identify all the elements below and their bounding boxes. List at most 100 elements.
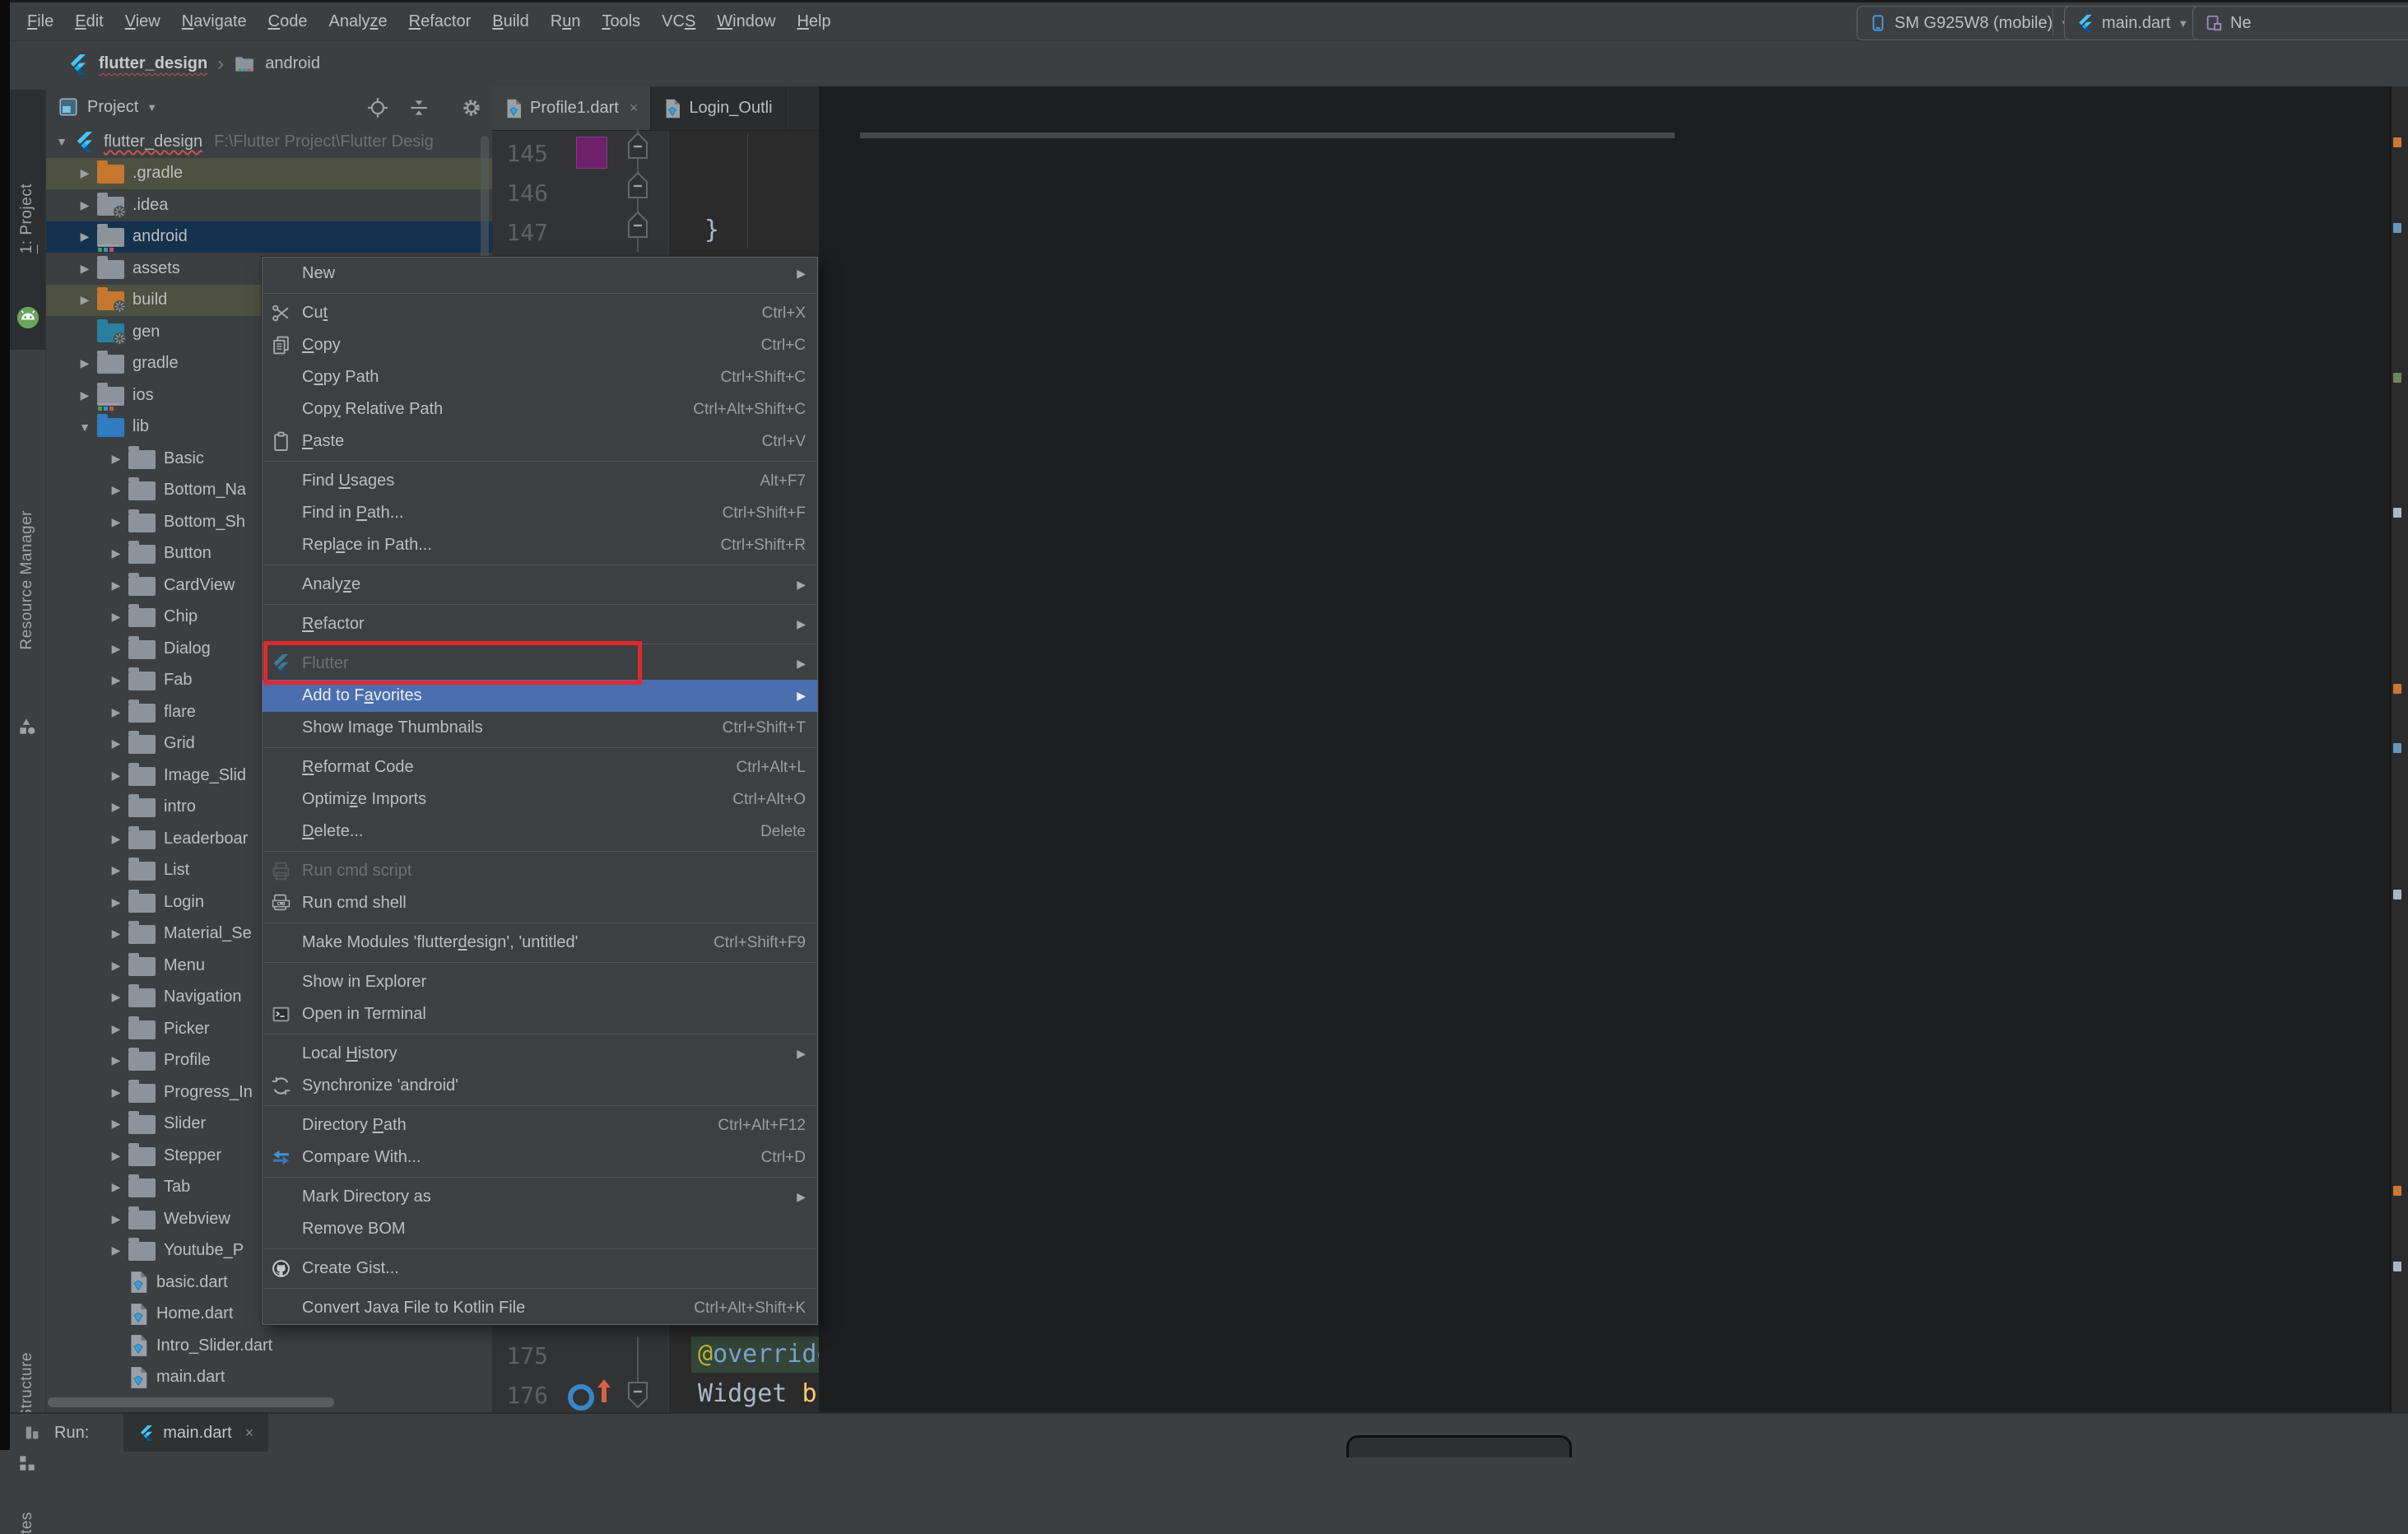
menu-item-new[interactable]: New▶ (263, 258, 817, 290)
chevron-right-icon[interactable]: ▶ (104, 1243, 128, 1257)
chevron-right-icon[interactable]: ▶ (104, 452, 128, 466)
breadcrumb-target[interactable]: android (265, 54, 320, 73)
menu-window[interactable]: Window (706, 12, 786, 31)
chevron-right-icon[interactable]: ▶ (104, 610, 128, 624)
chevron-right-icon[interactable]: ▶ (104, 959, 128, 973)
menu-analyze[interactable]: Analyze (318, 12, 397, 31)
tree-row-android[interactable]: ▶android (46, 221, 492, 253)
tree-horizontal-scrollbar[interactable] (48, 1397, 334, 1407)
chevron-right-icon[interactable]: ▶ (104, 1022, 128, 1036)
android-icon[interactable] (16, 305, 40, 330)
chevron-right-icon[interactable]: ▶ (104, 483, 128, 497)
menu-file[interactable]: File (16, 12, 64, 31)
tree-row-flutter-design[interactable]: ▼flutter_designF:\Flutter Project\Flutte… (46, 126, 492, 158)
chevron-right-icon[interactable]: ▶ (104, 546, 128, 560)
gear-icon[interactable] (461, 97, 482, 119)
menu-edit[interactable]: Edit (64, 12, 114, 31)
color-swatch[interactable] (576, 137, 607, 169)
menu-item-directory-path[interactable]: Directory PathCtrl+Alt+F12 (263, 1109, 817, 1141)
menu-item-refactor[interactable]: Refactor▶ (263, 608, 817, 640)
breadcrumb-project[interactable]: flutter_design (99, 54, 207, 73)
chevron-right-icon[interactable]: ▶ (104, 863, 128, 877)
chevron-right-icon[interactable]: ▶ (104, 737, 128, 751)
device-selector-button[interactable]: SM G925W8 (mobile) ▼ (1857, 6, 2083, 40)
chevron-right-icon[interactable]: ▶ (104, 705, 128, 719)
editor-tab-profile1-dart[interactable]: Profile1.dart× (492, 86, 651, 130)
run-config-button[interactable]: main.dart ▼ (2064, 6, 2201, 40)
menu-item-synchronize-android[interactable]: Synchronize 'android' (263, 1070, 817, 1102)
bottom-popup[interactable] (1346, 1435, 1572, 1457)
chevron-right-icon[interactable]: ▶ (104, 769, 128, 783)
tree-row-gradle[interactable]: ▶.gradle (46, 158, 492, 190)
menu-item-run-cmd-shell[interactable]: CMDRun cmd shell (263, 887, 817, 919)
menu-item-convert-java-file-to-kotlin-file[interactable]: Convert Java File to Kotlin FileCtrl+Alt… (263, 1292, 817, 1324)
chevron-right-icon[interactable]: ▶ (72, 166, 97, 180)
menu-item-paste[interactable]: PasteCtrl+V (263, 425, 817, 458)
menu-vcs[interactable]: VCS (651, 12, 706, 31)
tree-row-main-dart[interactable]: main.dart (46, 1362, 492, 1394)
menu-run[interactable]: Run (540, 12, 592, 31)
menu-navigate[interactable]: Navigate (171, 12, 258, 31)
menu-item-find-in-path[interactable]: Find in Path...Ctrl+Shift+F (263, 497, 817, 529)
menu-item-replace-in-path[interactable]: Replace in Path...Ctrl+Shift+R (263, 529, 817, 561)
close-icon[interactable]: × (630, 100, 639, 117)
chevron-right-icon[interactable]: ▶ (72, 262, 97, 276)
chevron-down-icon[interactable]: ▼ (49, 135, 74, 148)
chevron-right-icon[interactable]: ▶ (104, 673, 128, 687)
menu-item-local-history[interactable]: Local History▶ (263, 1038, 817, 1070)
close-icon[interactable]: × (245, 1425, 254, 1442)
menu-item-reformat-code[interactable]: Reformat CodeCtrl+Alt+L (263, 751, 817, 783)
structure-icon[interactable] (16, 1453, 38, 1474)
run-tool-window-icon[interactable] (23, 1424, 41, 1442)
resource-manager-icon[interactable] (16, 716, 38, 737)
menu-item-add-to-favorites[interactable]: Add to Favorites▶ (263, 680, 817, 712)
chevron-right-icon[interactable]: ▶ (104, 1212, 128, 1226)
chevron-right-icon[interactable]: ▶ (104, 1085, 128, 1099)
chevron-right-icon[interactable]: ▶ (104, 895, 128, 909)
fold-marker-icon[interactable] (627, 211, 648, 239)
tree-row-intro-slider-dart[interactable]: Intro_Slider.dart (46, 1330, 492, 1362)
menu-refactor[interactable]: Refactor (398, 12, 482, 31)
locate-icon[interactable] (367, 97, 388, 119)
chevron-right-icon[interactable]: ▶ (72, 388, 97, 402)
chevron-right-icon[interactable]: ▶ (72, 356, 97, 370)
cutoff-toolbar-button[interactable]: Ne (2192, 6, 2408, 40)
project-view-selector[interactable]: Project (87, 98, 138, 117)
chevron-right-icon[interactable]: ▶ (72, 198, 97, 212)
chevron-right-icon[interactable]: ▶ (104, 927, 128, 941)
chevron-right-icon[interactable]: ▶ (104, 579, 128, 593)
menu-item-cut[interactable]: CutCtrl+X (263, 297, 817, 329)
chevron-right-icon[interactable]: ▶ (72, 293, 97, 307)
fold-marker-icon[interactable] (627, 132, 648, 160)
menu-item-analyze[interactable]: Analyze▶ (263, 569, 817, 601)
navigate-up-icon[interactable] (596, 1378, 612, 1404)
chevron-right-icon[interactable]: ▶ (72, 230, 97, 244)
editor-horizontal-scrollbar[interactable] (860, 132, 1675, 138)
chevron-right-icon[interactable]: ▶ (104, 832, 128, 846)
menu-item-show-in-explorer[interactable]: Show in Explorer (263, 966, 817, 998)
menu-code[interactable]: Code (258, 12, 318, 31)
run-tab-main-dart[interactable]: main.dart × (123, 1414, 268, 1452)
menu-item-copy-relative-path[interactable]: Copy Relative PathCtrl+Alt+Shift+C (263, 393, 817, 425)
tool-window-tab-fragment[interactable]: tes (18, 1512, 36, 1534)
collapse-all-icon[interactable] (408, 97, 430, 119)
chevron-right-icon[interactable]: ▶ (104, 1117, 128, 1131)
tool-window-tab-project[interactable]: 1: Project (18, 184, 36, 253)
menu-item-flutter[interactable]: Flutter▶ (263, 648, 817, 680)
menu-item-compare-with[interactable]: Compare With...Ctrl+D (263, 1141, 817, 1174)
menu-item-open-in-terminal[interactable]: Open in Terminal (263, 998, 817, 1030)
menu-item-copy-path[interactable]: Copy PathCtrl+Shift+C (263, 361, 817, 393)
chevron-right-icon[interactable]: ▶ (104, 800, 128, 814)
chevron-right-icon[interactable]: ▶ (104, 1180, 128, 1194)
chevron-right-icon[interactable]: ▶ (104, 1053, 128, 1067)
menu-item-delete[interactable]: Delete...Delete (263, 816, 817, 848)
override-marker-icon[interactable] (568, 1384, 594, 1411)
menu-item-remove-bom[interactable]: Remove BOM (263, 1213, 817, 1245)
menu-item-copy[interactable]: CopyCtrl+C (263, 329, 817, 361)
menu-item-optimize-imports[interactable]: Optimize ImportsCtrl+Alt+O (263, 783, 817, 816)
tree-row-idea[interactable]: ▶.idea (46, 189, 492, 221)
chevron-right-icon[interactable]: ▶ (104, 990, 128, 1004)
menu-build[interactable]: Build (481, 12, 539, 31)
menu-item-show-image-thumbnails[interactable]: Show Image ThumbnailsCtrl+Shift+T (263, 712, 817, 744)
chevron-right-icon[interactable]: ▶ (104, 515, 128, 529)
